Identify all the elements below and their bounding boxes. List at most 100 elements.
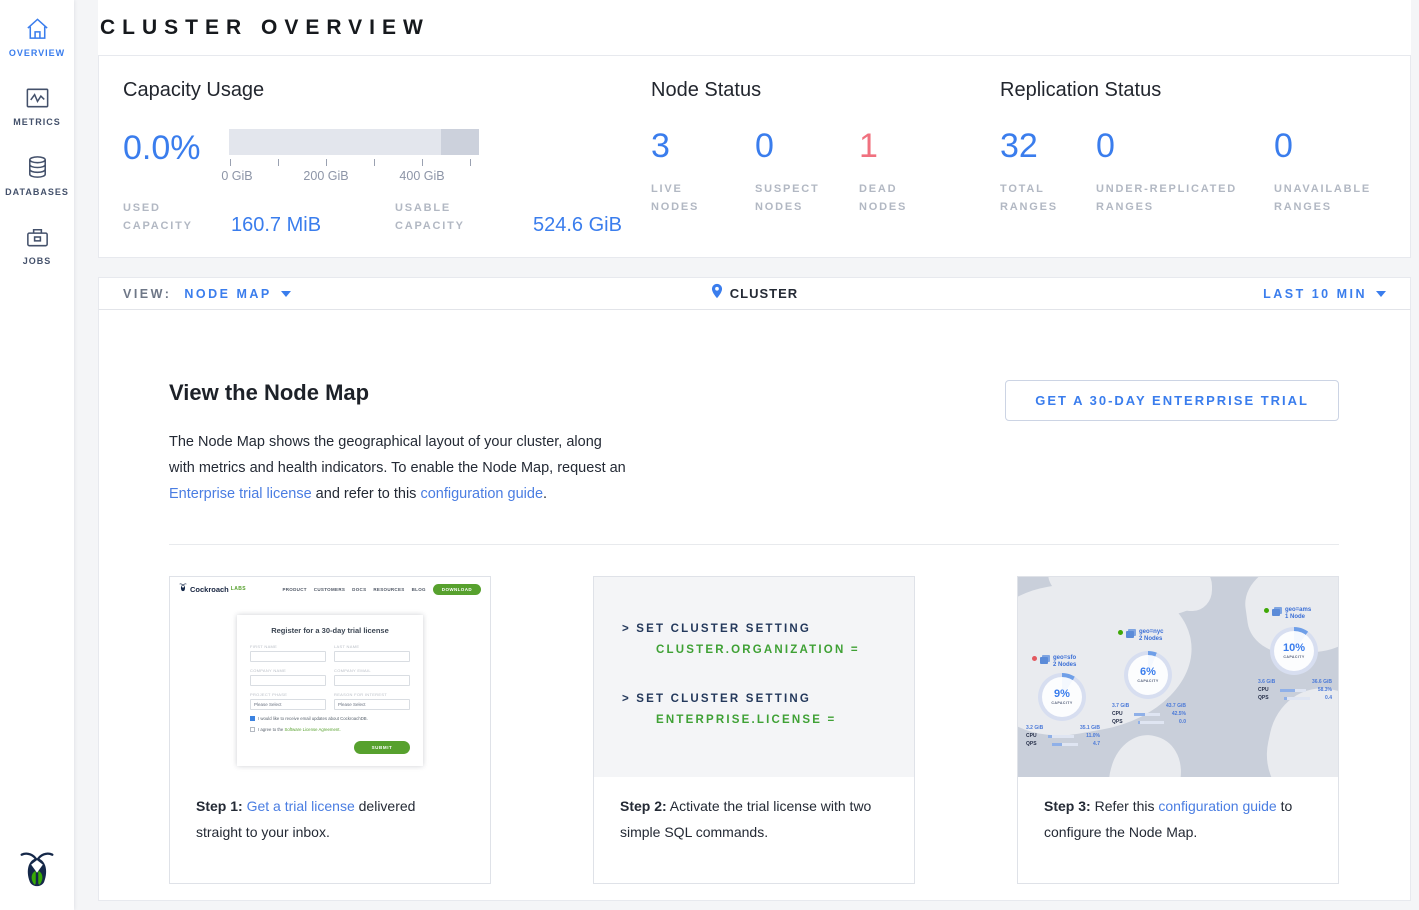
configuration-guide-link-2[interactable]: configuration guide [1158, 798, 1276, 814]
chevron-down-icon [281, 291, 291, 297]
live-nodes-label: LIVENODES [651, 180, 755, 216]
region-ams-stats: 3.6 GiB36.6 GiB CPU58.3% QPS0.4 [1258, 677, 1332, 701]
suspect-nodes-value: 0 [755, 129, 859, 163]
under-replicated-ranges-label: UNDER-REPLICATEDRANGES [1096, 180, 1274, 216]
sidebar-item-label: METRICS [0, 117, 74, 127]
nav-docs[interactable]: DOCS [352, 587, 366, 592]
submit-button[interactable]: SUBMIT [354, 741, 410, 754]
unavailable-ranges-label: UNAVAILABLERANGES [1274, 180, 1371, 216]
node-status-section: Node Status 3 LIVENODES 0 SUSPECTNODES 1 [651, 79, 1000, 257]
view-toolbar: VIEW: NODE MAP CLUSTER LAST 10 MIN [98, 277, 1411, 310]
map-pin-icon [711, 283, 723, 304]
company-name-input[interactable] [250, 675, 326, 686]
sidebar-item-jobs[interactable]: JOBS [0, 208, 74, 277]
page-title: CLUSTER OVERVIEW [100, 16, 430, 40]
first-name-label: FIRST NAME [250, 644, 326, 649]
capacity-used-percent: 0.0% [123, 131, 229, 185]
nodes-icon [1272, 609, 1280, 616]
sidebar-item-overview[interactable]: OVERVIEW [0, 0, 74, 69]
first-name-input[interactable] [250, 651, 326, 662]
capacity-bar-chart: 0 GiB 200 GiB 400 GiB [229, 129, 481, 185]
cluster-breadcrumb[interactable]: CLUSTER [711, 283, 798, 304]
briefcase-icon [0, 224, 74, 250]
view-selector[interactable]: NODE MAP [184, 287, 290, 301]
sql-setting-1: CLUSTER.ORGANIZATION = [656, 644, 914, 656]
total-ranges-label: TOTALRANGES [1000, 180, 1096, 216]
sql-setting-2: ENTERPRISE.LICENSE = [656, 714, 914, 726]
sidebar-item-label: JOBS [0, 256, 74, 266]
used-capacity-label: USEDCAPACITY [123, 199, 231, 235]
sidebar-item-databases[interactable]: DATABASES [0, 138, 74, 208]
sql-prompt-2: > SET CLUSTER SETTING [622, 693, 914, 705]
company-name-label: COMPANY NAME [250, 668, 326, 673]
email-updates-label: I would like to receive email updates ab… [258, 716, 368, 721]
configuration-guide-link[interactable]: configuration guide [420, 486, 543, 502]
nav-blog[interactable]: BLOG [412, 587, 426, 592]
enterprise-trial-button[interactable]: GET A 30-DAY ENTERPRISE TRIAL [1005, 380, 1339, 421]
capacity-gauge-ams[interactable]: 10% CAPACITY [1270, 627, 1318, 675]
step3-map-preview: geo=sfo2 Nodes 9% CAPACITY 3.2 GiB35.1 G… [1018, 577, 1338, 777]
company-email-input[interactable] [334, 675, 410, 686]
unavailable-ranges-stat: 0 UNAVAILABLERANGES [1274, 129, 1371, 216]
reason-label: REASON FOR INTEREST [334, 692, 410, 697]
trial-register-form: Register for a 30-day trial license FIRS… [237, 615, 423, 766]
sidebar-item-label: DATABASES [0, 187, 74, 197]
replication-status-section: Replication Status 32 TOTALRANGES 0 UNDE… [1000, 79, 1386, 257]
world-map: geo=sfo2 Nodes 9% CAPACITY 3.2 GiB35.1 G… [1018, 577, 1338, 777]
replication-status-title: Replication Status [1000, 79, 1386, 102]
license-agreement-link[interactable]: Software License Agreement. [285, 727, 341, 732]
company-email-label: COMPANY EMAIL [334, 668, 410, 673]
live-nodes-stat: 3 LIVENODES [651, 129, 755, 216]
node-map-panel: View the Node Map The Node Map shows the… [98, 310, 1411, 901]
project-phase-select[interactable]: Please Select [250, 699, 326, 710]
dead-nodes-stat: 1 DEADNODES [859, 129, 963, 216]
region-sfo-label[interactable]: geo=sfo2 Nodes [1032, 655, 1076, 669]
step1-caption: Step 1: Get a trial license delivered st… [170, 777, 490, 845]
usable-capacity-label: USABLECAPACITY [395, 199, 497, 235]
nav-resources[interactable]: RESOURCES [373, 587, 404, 592]
view-label: VIEW: [123, 287, 171, 301]
usable-capacity-value: 524.6 GiB [533, 215, 622, 235]
status-dot-warning [1032, 656, 1037, 661]
nodes-icon [1126, 631, 1134, 638]
axis-label-0: 0 GiB [221, 169, 252, 183]
node-map-title: View the Node Map [169, 380, 631, 406]
license-agree-checkbox[interactable] [250, 727, 255, 732]
sidebar: OVERVIEW METRICS DATABASES JOBS [0, 0, 74, 910]
reason-select[interactable]: Please Select [334, 699, 410, 710]
region-nyc-stats: 3.7 GiB43.7 GiB CPU42.5% QPS0.0 [1112, 701, 1186, 725]
cockroach-logo-small [179, 580, 187, 598]
total-ranges-stat: 32 TOTALRANGES [1000, 129, 1096, 216]
dead-nodes-label: DEADNODES [859, 180, 963, 216]
cluster-summary-card: Capacity Usage 0.0% 0 GiB 200 Gi [98, 55, 1411, 258]
live-nodes-value: 3 [651, 129, 755, 163]
region-nyc-label[interactable]: geo=nyc2 Nodes [1118, 629, 1164, 643]
region-sfo-stats: 3.2 GiB35.1 GiB CPU11.0% QPS4.7 [1026, 723, 1100, 747]
capacity-axis-ticks [229, 157, 481, 169]
step2-caption: Step 2: Activate the trial license with … [594, 777, 914, 845]
node-status-title: Node Status [651, 79, 1000, 102]
total-ranges-value: 32 [1000, 129, 1096, 163]
sidebar-item-metrics[interactable]: METRICS [0, 69, 74, 138]
form-title: Register for a 30-day trial license [250, 626, 410, 635]
axis-label-200: 200 GiB [303, 169, 348, 183]
nodes-icon [1040, 657, 1048, 664]
email-updates-checkbox[interactable] [250, 716, 255, 721]
capacity-gauge-sfo[interactable]: 9% CAPACITY [1038, 673, 1086, 721]
last-name-input[interactable] [334, 651, 410, 662]
section-divider [169, 544, 1339, 545]
time-range-selector[interactable]: LAST 10 MIN [1263, 287, 1386, 301]
chevron-down-icon [1376, 291, 1386, 297]
nav-product[interactable]: PRODUCT [282, 587, 306, 592]
get-trial-license-link[interactable]: Get a trial license [247, 798, 355, 814]
download-button[interactable]: DOWNLOAD [433, 584, 481, 595]
page-header: CLUSTER OVERVIEW [98, 0, 1411, 55]
step2-card: > SET CLUSTER SETTING CLUSTER.ORGANIZATI… [593, 576, 915, 884]
enterprise-trial-license-link[interactable]: Enterprise trial license [169, 486, 312, 502]
nav-customers[interactable]: CUSTOMERS [314, 587, 345, 592]
step1-thumbnail: Cockroach LABS PRODUCT CUSTOMERS DOCS RE… [170, 577, 490, 777]
region-ams-label[interactable]: geo=ams1 Node [1264, 607, 1311, 621]
metrics-icon [0, 85, 74, 111]
capacity-bar-other-segment [441, 129, 479, 155]
capacity-gauge-nyc[interactable]: 6% CAPACITY [1124, 651, 1172, 699]
